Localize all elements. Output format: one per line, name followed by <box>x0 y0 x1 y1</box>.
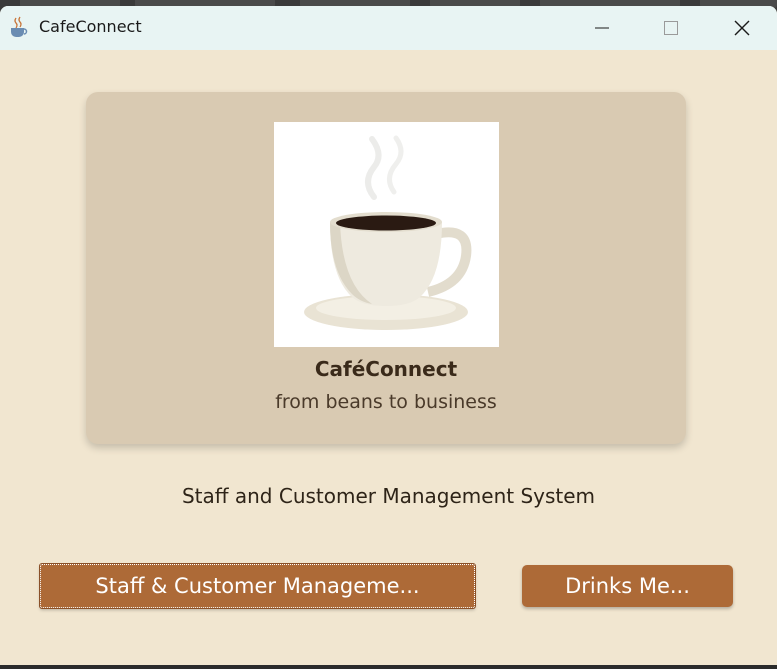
close-button[interactable] <box>708 6 776 50</box>
drinks-menu-button[interactable]: Drinks Me... <box>522 565 733 607</box>
staff-customer-management-button[interactable]: Staff & Customer Manageme... <box>39 563 476 609</box>
maximize-icon <box>664 21 678 35</box>
title-bar[interactable]: CafeConnect <box>0 6 777 50</box>
close-icon <box>734 20 750 36</box>
coffee-cup-icon <box>10 16 28 38</box>
window-title: CafeConnect <box>39 17 142 36</box>
system-title: Staff and Customer Management System <box>181 484 596 508</box>
minimize-icon <box>595 27 609 29</box>
maximize-button[interactable] <box>637 6 705 50</box>
app-window: CafeConnect CaféConnect from beans to bu… <box>0 6 777 665</box>
minimize-button[interactable] <box>568 6 636 50</box>
welcome-card: CaféConnect from beans to business <box>86 92 686 444</box>
brand-name: CaféConnect <box>314 357 458 381</box>
coffee-cup-logo <box>274 122 499 347</box>
brand-tagline: from beans to business <box>275 391 497 413</box>
